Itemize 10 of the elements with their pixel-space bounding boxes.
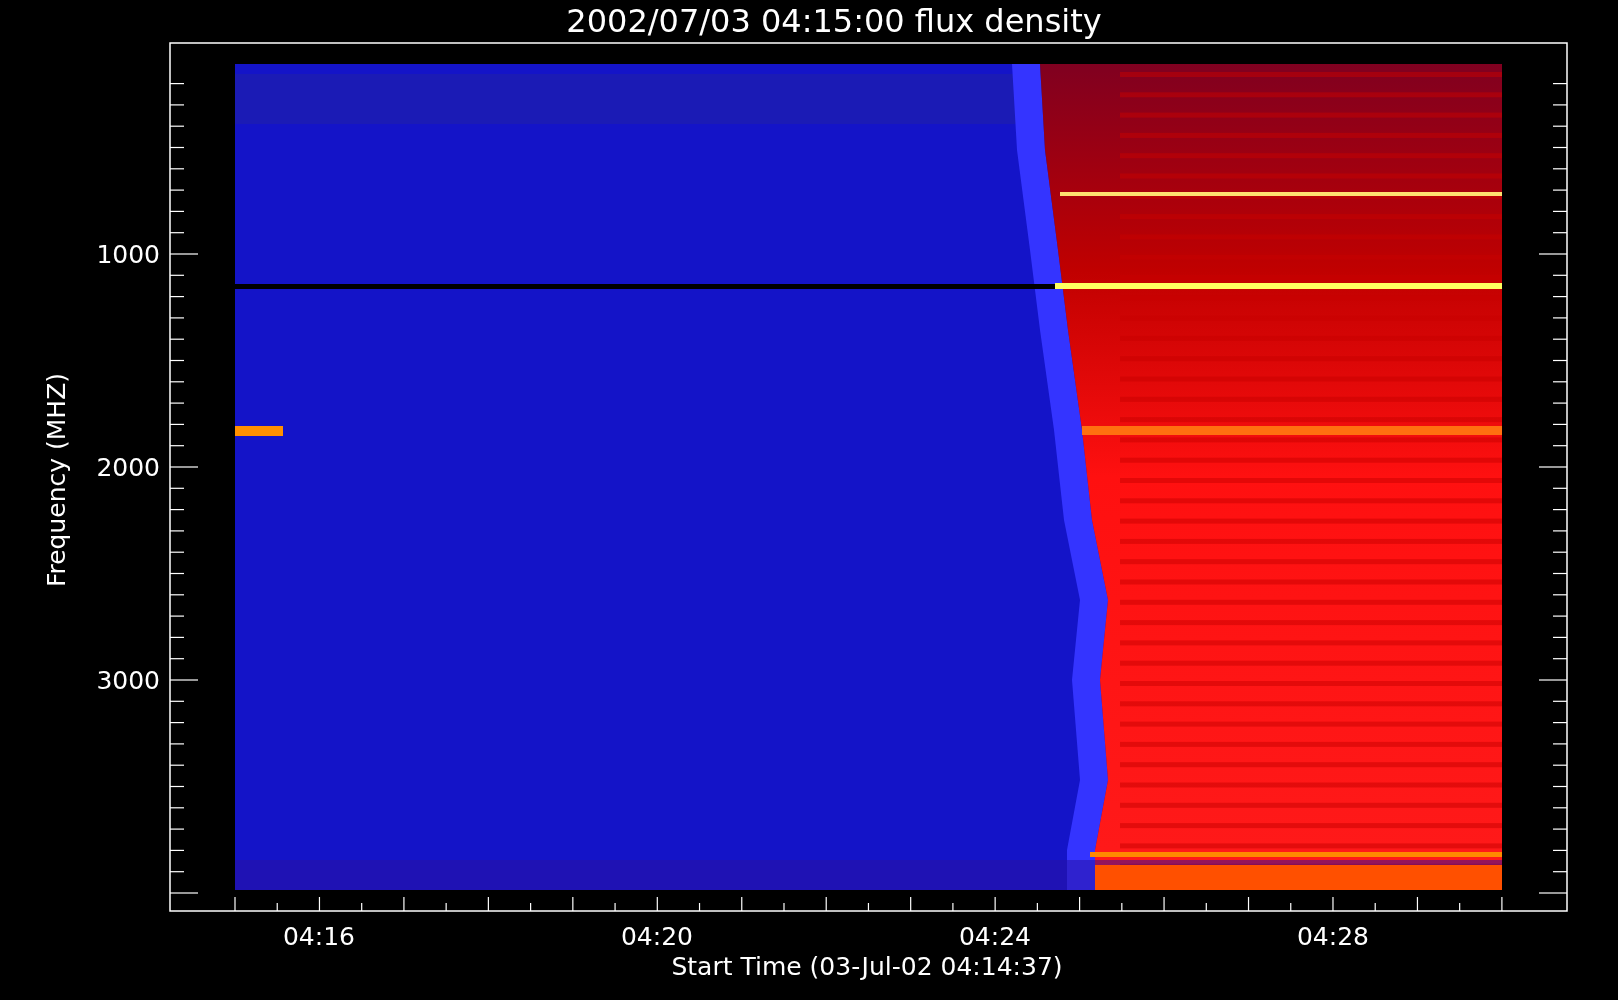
y-tick-label: 1000 <box>96 240 160 269</box>
y-tick-label: 2000 <box>96 453 160 482</box>
y-tick-label: 3000 <box>96 666 160 695</box>
y-axis-label: Frequency (MHZ) <box>42 372 71 588</box>
x-axis-label: Start Time (03-Jul-02 04:14:37) <box>671 952 1063 981</box>
x-tick-label: 04:20 <box>621 922 693 951</box>
x-tick-label: 04:24 <box>959 922 1031 951</box>
chart-title: 2002/07/03 04:15:00 flux density <box>566 2 1102 40</box>
x-tick-label: 04:16 <box>283 922 355 951</box>
x-tick-label: 04:28 <box>1297 922 1369 951</box>
